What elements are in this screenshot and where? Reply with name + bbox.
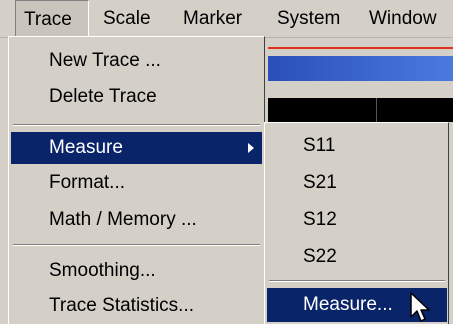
submenu-item-label: S12: [303, 209, 337, 230]
menu-item-smoothing[interactable]: Smoothing...: [11, 255, 262, 287]
window-title-bar[interactable]: [268, 56, 453, 81]
menu-window[interactable]: Window: [369, 0, 437, 37]
arrow-pointer-icon: [410, 292, 430, 322]
submenu-item-label: S22: [303, 246, 337, 267]
menu-separator: [13, 124, 260, 126]
menu-item-label: Format...: [49, 172, 126, 193]
menu-scale[interactable]: Scale: [103, 0, 151, 37]
menu-item-new-trace[interactable]: New Trace ...: [11, 45, 262, 77]
submenu-item-s11[interactable]: S11: [267, 129, 447, 163]
submenu-item-s12[interactable]: S12: [267, 203, 447, 237]
submenu-item-s22[interactable]: S22: [267, 240, 447, 274]
menu-item-label: Smoothing...: [49, 260, 156, 281]
submenu-item-s21[interactable]: S21: [267, 166, 447, 200]
submenu-item-label: S21: [303, 172, 337, 193]
menu-marker[interactable]: Marker: [183, 0, 242, 37]
menu-item-label: Trace Statistics...: [49, 295, 194, 316]
display-strip: [268, 98, 453, 122]
app-accent-line: [268, 47, 453, 49]
menu-item-label: New Trace ...: [49, 50, 161, 71]
menu-item-math-memory[interactable]: Math / Memory ...: [11, 204, 262, 236]
menu-trace[interactable]: Trace: [15, 0, 89, 37]
menu-item-measure[interactable]: Measure: [11, 132, 262, 164]
menu-item-trace-statistics[interactable]: Trace Statistics...: [11, 290, 262, 322]
submenu-separator: [269, 280, 445, 282]
trace-menu: New Trace ... Delete Trace Measure Forma…: [8, 36, 265, 324]
menu-item-delete-trace[interactable]: Delete Trace: [11, 81, 262, 113]
menu-system[interactable]: System: [277, 0, 340, 37]
menu-bar: Trace Scale Marker System Window: [0, 0, 453, 38]
submenu-arrow-icon: [248, 143, 254, 153]
menu-separator: [13, 244, 260, 246]
menu-item-label: Delete Trace: [49, 86, 157, 107]
menu-item-label: Math / Memory ...: [49, 209, 197, 230]
submenu-item-label: Measure...: [303, 294, 393, 315]
menu-item-label: Measure: [49, 137, 123, 158]
menu-item-format[interactable]: Format...: [11, 167, 262, 199]
submenu-item-label: S11: [303, 135, 336, 156]
